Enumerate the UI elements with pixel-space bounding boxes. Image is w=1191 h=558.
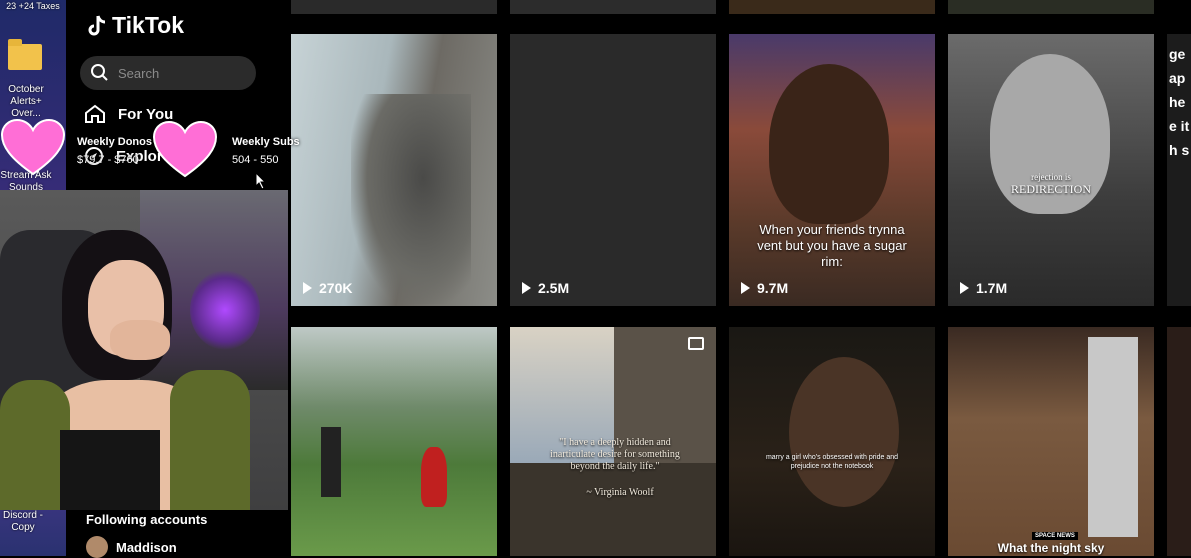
view-count: 1.7M: [960, 280, 1007, 296]
desktop-top-label: 23 +24 Taxes: [6, 1, 60, 11]
video-thumbnail: [1088, 337, 1138, 537]
video-tile-partial[interactable]: [948, 0, 1154, 14]
video-tile[interactable]: When your friends trynna vent but you ha…: [729, 34, 935, 306]
search-input[interactable]: Search: [80, 56, 256, 90]
play-icon: [960, 282, 969, 294]
video-caption: When your friends trynna vent but you ha…: [757, 222, 907, 269]
video-thumbnail: [351, 94, 471, 304]
video-tile[interactable]: SPACE NEWS What the night sky: [948, 327, 1154, 556]
video-tile[interactable]: 2.5M: [510, 34, 716, 306]
video-tile[interactable]: [291, 327, 497, 556]
video-tile-partial[interactable]: [510, 0, 716, 14]
webcam-overlay: [0, 190, 288, 510]
streamer-hand: [110, 320, 170, 360]
video-tile-partial[interactable]: [1167, 327, 1191, 556]
webcam-background: [190, 270, 260, 350]
view-count: 2.5M: [522, 280, 569, 296]
video-caption: ge ap he e ith s: [1169, 46, 1190, 158]
heart-icon: [152, 120, 218, 178]
following-account[interactable]: Maddison: [86, 536, 177, 558]
following-heading: Following accounts: [86, 512, 208, 527]
video-caption: marry a girl who's obsessed with pride a…: [765, 454, 899, 470]
video-thumbnail: [769, 64, 889, 224]
video-tile[interactable]: marry a girl who's obsessed with pride a…: [729, 327, 935, 556]
weekly-subs-value: 504 - 550: [232, 154, 279, 166]
view-count: 9.7M: [741, 280, 788, 296]
play-icon: [741, 282, 750, 294]
heart-icon: [0, 118, 66, 176]
tiktok-logo[interactable]: TikTok: [86, 12, 184, 39]
search-placeholder: Search: [118, 65, 160, 81]
video-tile[interactable]: 270K: [291, 34, 497, 306]
play-icon: [303, 282, 312, 294]
video-caption: ~ Virginia Woolf: [586, 487, 654, 498]
avatar: [86, 536, 108, 558]
weekly-donos-title: Weekly Donos: [77, 136, 152, 148]
account-name: Maddison: [116, 539, 177, 555]
desktop-icon-label[interactable]: October Alerts+ Over...: [0, 84, 52, 120]
video-caption: REDIRECTION: [1011, 182, 1091, 196]
video-tile-partial[interactable]: [291, 0, 497, 14]
brand-name: TikTok: [112, 12, 184, 38]
video-tile-partial[interactable]: ge ap he e ith s: [1167, 34, 1191, 306]
video-tile[interactable]: rejection is REDIRECTION 1.7M: [948, 34, 1154, 306]
video-tile[interactable]: "I have a deeply hidden and inarticulate…: [510, 327, 716, 556]
view-count: 270K: [303, 280, 352, 296]
video-caption: What the night sky: [997, 541, 1105, 555]
mouse-cursor-icon: [255, 172, 267, 190]
video-caption: rejection is: [1031, 172, 1071, 182]
search-icon: [91, 64, 108, 81]
weekly-subs-title: Weekly Subs: [232, 136, 300, 148]
streamer-sweater: [170, 370, 250, 510]
home-icon: [85, 104, 105, 123]
desktop-icon-label[interactable]: Discord - Copy: [0, 510, 46, 534]
video-caption: "I have a deeply hidden and inarticulate…: [550, 437, 680, 472]
video-thumbnail: [321, 427, 341, 497]
weekly-donos-value: $79.7 - $760: [77, 154, 139, 166]
folder-icon[interactable]: [8, 39, 42, 70]
streamer-top: [60, 430, 160, 510]
play-icon: [522, 282, 531, 294]
photo-icon: [688, 337, 704, 350]
video-thumbnail: [421, 447, 447, 507]
tiktok-note-icon: [88, 15, 106, 35]
news-badge: SPACE NEWS: [1032, 532, 1078, 540]
video-tile-partial[interactable]: [729, 0, 935, 14]
video-thumbnail: [789, 357, 899, 507]
